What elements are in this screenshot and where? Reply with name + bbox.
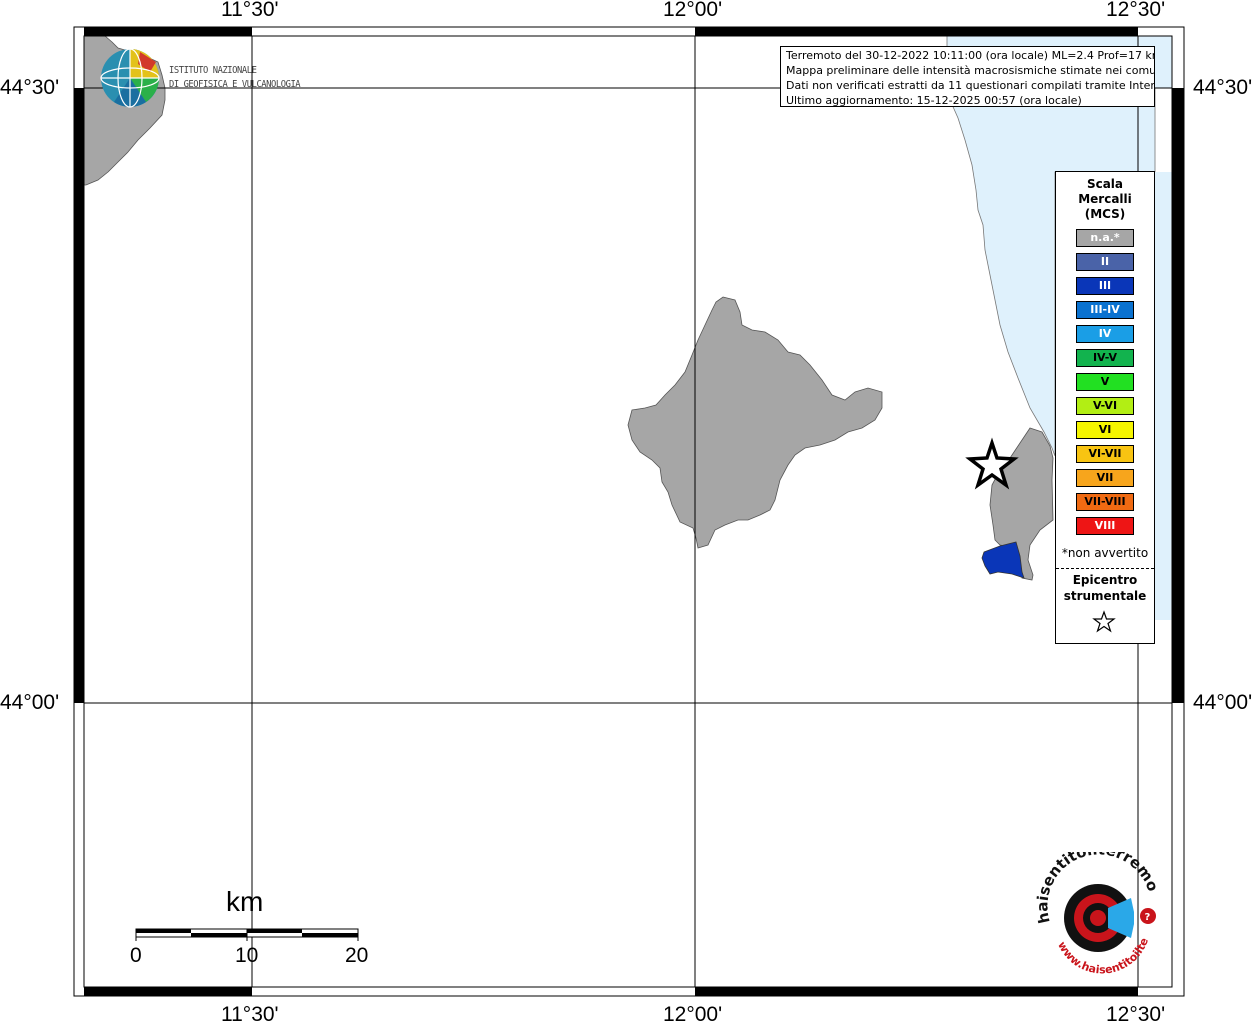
event-info-line2: Mappa preliminare delle intensità macros…	[786, 64, 1155, 77]
legend-note: *non avvertito	[1061, 546, 1149, 560]
lon-tick-top-1200: 12°00'	[663, 0, 723, 21]
scale-label-0: 0	[130, 944, 142, 967]
legend-swatch-9: VI-VII	[1076, 445, 1134, 463]
legend-swatch-3: III-IV	[1076, 301, 1134, 319]
lat-tick-left-4430: 44°30'	[0, 76, 60, 99]
legend-epicenter-line2: strumentale	[1063, 589, 1147, 603]
ingv-logo-icon	[100, 48, 160, 108]
scale-bar-title: km	[226, 886, 264, 917]
lon-tick-top-1130: 11°30'	[221, 0, 279, 21]
ingv-name: ISTITUTO NAZIONALE DI GEOFISICA E VULCAN…	[169, 64, 301, 92]
legend-swatch-10: VII	[1076, 469, 1134, 487]
legend-swatch-12: VIII	[1076, 517, 1134, 535]
legend-swatch-4: IV	[1076, 325, 1134, 343]
lat-tick-right-4400: 44°00'	[1193, 691, 1253, 714]
legend-swatch-8: VI	[1076, 421, 1134, 439]
lon-tick-bottom-1230: 12°30'	[1106, 1003, 1166, 1026]
legend-swatch-11: VII-VIII	[1076, 493, 1134, 511]
haisentito-logo-icon: ? haisentitoilterremoto.it www.haisentit…	[1036, 852, 1162, 976]
municipality-intensity-iii	[981, 541, 1025, 579]
legend-swatch-6: V	[1076, 373, 1134, 391]
event-info-line4: Ultimo aggiornamento: 15-12-2025 00:57 (…	[786, 94, 1082, 107]
legend-swatch-7: V-VI	[1076, 397, 1134, 415]
ingv-name-line1: ISTITUTO NAZIONALE	[169, 65, 257, 76]
municipality-central	[627, 296, 883, 549]
lon-tick-bottom-1200: 12°00'	[663, 1003, 723, 1026]
svg-text:?: ?	[1145, 912, 1151, 923]
event-info-line1: Terremoto del 30-12-2022 10:11:00 (ora l…	[786, 49, 1155, 62]
ingv-name-line2: DI GEOFISICA E VULCANOLOGIA	[169, 79, 301, 90]
legend-star-icon	[1092, 610, 1116, 633]
legend-epicenter-title: Epicentro strumentale	[1056, 572, 1154, 604]
scale-label-20: 20	[345, 944, 369, 967]
scale-label-10: 10	[235, 944, 259, 967]
lat-tick-left-4400: 44°00'	[0, 691, 60, 714]
legend-swatch-2: III	[1076, 277, 1134, 295]
lon-tick-bottom-1130: 11°30'	[221, 1003, 279, 1026]
scale-bar	[135, 928, 359, 941]
sea-strip-right	[1155, 172, 1172, 620]
legend-swatch-0: n.a.*	[1076, 229, 1134, 247]
legend-title-line3: (MCS)	[1084, 207, 1126, 221]
event-info-box: Terremoto del 30-12-2022 10:11:00 (ora l…	[780, 46, 1155, 107]
lat-tick-right-4430: 44°30'	[1193, 76, 1253, 99]
legend-separator	[1056, 568, 1154, 569]
lon-tick-top-1230: 12°30'	[1106, 0, 1166, 21]
mcs-legend: Scala Mercalli (MCS) n.a.* II III III-IV IV I…	[1055, 171, 1155, 644]
legend-title-line2: Mercalli	[1078, 192, 1132, 206]
legend-title-line1: Scala	[1086, 177, 1124, 191]
event-info-line3: Dati non verificati estratti da 11 quest…	[786, 79, 1155, 92]
legend-swatch-1: II	[1076, 253, 1134, 271]
legend-swatch-5: IV-V	[1076, 349, 1134, 367]
legend-epicenter-line1: Epicentro	[1072, 573, 1138, 587]
legend-title: Scala Mercalli (MCS)	[1056, 177, 1154, 222]
